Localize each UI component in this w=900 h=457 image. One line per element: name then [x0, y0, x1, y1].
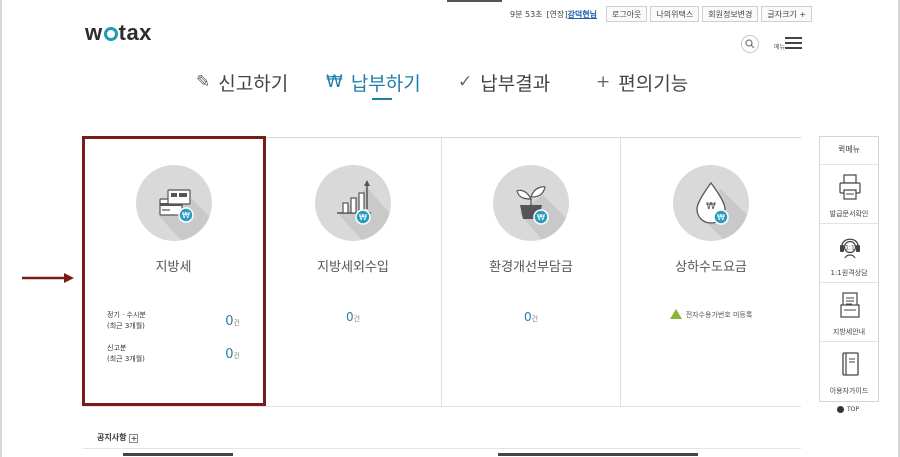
notice-divider	[83, 448, 801, 449]
quick-remote-consult[interactable]: 1:1 1:1원격상담	[820, 224, 878, 283]
document-icon	[840, 292, 860, 318]
water-fee-notice-text: 전자수용가번호 미등록	[685, 311, 753, 319]
printer-icon	[839, 174, 861, 200]
quick-user-guide-label: 이용자가이드	[829, 387, 869, 395]
plus-icon: +	[596, 72, 611, 92]
nav-payment-result[interactable]: ✓ 납부결과	[458, 62, 596, 102]
water-drop-icon: ₩ ₩	[673, 165, 749, 241]
nav-report-label: 신고하기	[218, 72, 289, 95]
card-non-tax-revenue-title: 지방세외수입	[317, 260, 389, 275]
card-water-fee-title: 상하수도요금	[675, 260, 747, 275]
won-icon: ₩	[326, 72, 343, 92]
top-arrow-icon	[837, 406, 844, 413]
check-icon: ✓	[458, 72, 473, 92]
card-environment-charge-title: 환경개선부담금	[489, 260, 573, 275]
menu-button[interactable]: 메뉴	[774, 36, 802, 52]
scroll-top-button[interactable]: TOP	[837, 406, 859, 413]
water-fee-notice[interactable]: 전자수용가번호 미등록	[621, 309, 801, 320]
session-timer: 9분 53초	[510, 9, 543, 19]
quick-menu-title: 퀵메뉴	[820, 137, 878, 165]
top-label: TOP	[847, 406, 860, 413]
card-water-fee[interactable]: ₩ ₩ 상하수도요금 전자수용가번호 미등록	[621, 138, 801, 406]
nav-convenience[interactable]: + 편의기능	[596, 62, 706, 102]
non-tax-revenue-count[interactable]: 0건	[265, 310, 441, 324]
menu-label: 메뉴	[774, 44, 786, 51]
page-border-left	[0, 0, 2, 457]
nav-payment[interactable]: ₩ 납부하기	[326, 62, 458, 102]
non-tax-count-value: 0	[345, 310, 354, 324]
search-button[interactable]	[741, 35, 759, 53]
book-icon	[842, 352, 859, 376]
card-environment-charge[interactable]: ₩ 환경개선부담금 0건	[442, 138, 621, 406]
environment-count-unit: 건	[531, 315, 539, 323]
main-nav: ✎ 신고하기 ₩ 납부하기 ✓ 납부결과 + 편의기능	[196, 62, 706, 102]
quick-remote-consult-label: 1:1원격상담	[830, 269, 868, 277]
logo-o-ring	[103, 27, 118, 41]
svg-text:₩: ₩	[359, 213, 367, 222]
logout-button[interactable]: 로그아웃	[605, 6, 648, 22]
font-size-button[interactable]: 글자크기 +	[761, 6, 813, 22]
svg-text:₩: ₩	[537, 213, 545, 222]
notice-more-button[interactable]: +	[129, 434, 139, 443]
nav-payment-result-label: 납부결과	[480, 72, 551, 95]
quick-issued-docs-label: 발급문서확인	[829, 210, 869, 218]
bar-chart-icon: ₩	[315, 165, 391, 241]
session-extend-link[interactable]: [연장]	[547, 9, 568, 20]
notice-label: 공지사항	[97, 433, 127, 442]
notice-list-cropped	[83, 452, 801, 457]
pointer-arrow-icon	[22, 273, 74, 283]
quick-user-guide[interactable]: 이용자가이드	[820, 342, 878, 401]
quick-menu: 퀵메뉴 발급문서확인 1:1 1:1원격상담 지방세안내 이용자가이드	[819, 136, 879, 402]
wetax-logo[interactable]: w tax	[85, 20, 152, 46]
plant-pot-icon: ₩	[493, 165, 569, 241]
nav-report[interactable]: ✎ 신고하기	[196, 62, 326, 102]
search-icon	[745, 39, 755, 49]
quick-issued-docs[interactable]: 발급문서확인	[820, 165, 878, 224]
user-name: 강덕현님	[567, 9, 597, 19]
my-wetax-button[interactable]: 나의위택스	[650, 6, 700, 22]
quick-local-tax-guide[interactable]: 지방세안내	[820, 283, 878, 342]
svg-text:₩: ₩	[717, 213, 725, 222]
nav-convenience-label: 편의기능	[618, 72, 689, 95]
pencil-icon: ✎	[196, 72, 211, 92]
environment-count-value: 0	[523, 310, 532, 324]
notice-section[interactable]: 공지사항 +	[97, 432, 139, 443]
svg-text:1:1: 1:1	[845, 245, 855, 252]
nav-payment-label: 납부하기	[350, 72, 421, 95]
svg-text:₩: ₩	[706, 201, 716, 212]
headset-icon: 1:1	[840, 238, 860, 259]
non-tax-count-unit: 건	[353, 315, 361, 323]
environment-charge-count[interactable]: 0건	[442, 310, 620, 324]
edit-member-info-button[interactable]: 회원정보변경	[702, 6, 759, 22]
warning-icon	[669, 309, 682, 319]
quick-local-tax-guide-label: 지방세안내	[832, 328, 866, 336]
account-topbar: 9분 53초 [연장] 강덕현님 로그아웃 나의위택스 회원정보변경 글자크기 …	[510, 5, 813, 23]
card-non-tax-revenue[interactable]: ₩ 지방세외수입 0건	[265, 138, 442, 406]
top-indicator-line	[447, 0, 502, 2]
highlight-box	[82, 136, 266, 406]
hamburger-icon	[785, 37, 802, 52]
